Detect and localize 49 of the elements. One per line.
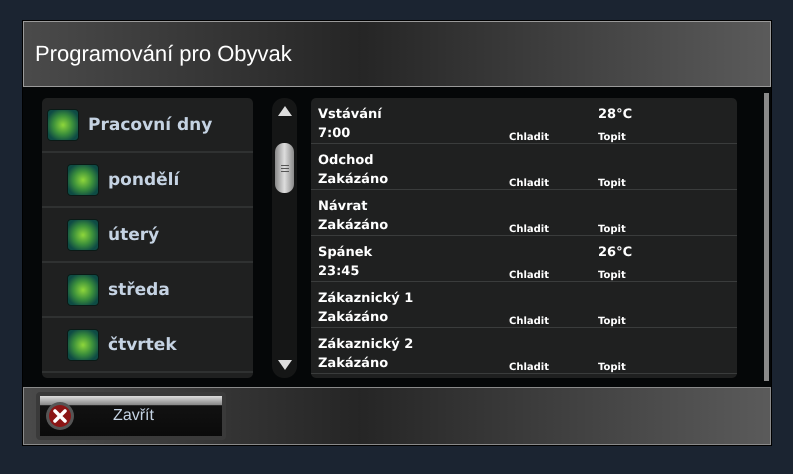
- schedule-row[interactable]: Návrat Zakázáno Chladit Topit: [311, 190, 737, 236]
- schedule-row[interactable]: Spánek 23:45 Chladit 26°C Topit: [311, 236, 737, 282]
- cool-label: Chladit: [509, 270, 550, 282]
- scrollbar[interactable]: [272, 98, 297, 378]
- schedule-row[interactable]: Odchod Zakázáno Chladit Topit: [311, 144, 737, 190]
- checkbox[interactable]: [67, 218, 99, 250]
- period-time: 23:45: [318, 264, 360, 281]
- scroll-up-icon[interactable]: [278, 106, 292, 116]
- period-name: Návrat: [318, 199, 369, 214]
- period-time: Zakázáno: [318, 172, 390, 189]
- checkbox[interactable]: [67, 274, 99, 306]
- period-name: Spánek: [318, 245, 374, 260]
- day-label: středa: [108, 280, 170, 300]
- checkbox[interactable]: [67, 328, 99, 360]
- heat-temperature: 28°C: [598, 107, 634, 122]
- period-time: Zakázáno: [318, 310, 390, 327]
- heat-temperature: 26°C: [598, 245, 634, 260]
- schedule-row[interactable]: Zákaznický 1 Zakázáno Chladit Topit: [311, 282, 737, 328]
- day-label: Pracovní dny: [88, 114, 212, 134]
- checkbox[interactable]: [67, 164, 99, 196]
- period-name: Zákaznický 1: [318, 291, 414, 306]
- day-label: pondělí: [108, 170, 180, 190]
- period-name: Vstávání: [318, 107, 384, 122]
- checkbox[interactable]: [47, 108, 79, 140]
- heat-label: Topit: [598, 362, 627, 374]
- schedule-row[interactable]: Vstávání 7:00 Chladit 28°C Topit: [311, 98, 737, 144]
- heat-label: Topit: [598, 316, 627, 328]
- close-button[interactable]: Zavřít: [36, 392, 226, 440]
- cool-label: Chladit: [509, 316, 550, 328]
- scroll-down-icon[interactable]: [278, 360, 292, 370]
- day-label: čtvrtek: [108, 334, 177, 354]
- period-time: 7:00: [318, 126, 352, 143]
- scroll-thumb[interactable]: [275, 143, 294, 193]
- heat-label: Topit: [598, 132, 627, 144]
- cool-label: Chladit: [509, 362, 550, 374]
- heat-label: Topit: [598, 178, 627, 190]
- heat-label: Topit: [598, 224, 627, 236]
- dialog-title: Programování pro Obyvak: [35, 41, 292, 67]
- heat-label: Topit: [598, 270, 627, 282]
- period-time: Zakázáno: [318, 356, 390, 373]
- period-time: Zakázáno: [318, 218, 390, 235]
- schedule-row[interactable]: Zákaznický 2 Zakázáno Chladit Topit: [311, 328, 737, 374]
- cool-label: Chladit: [509, 132, 550, 144]
- cool-label: Chladit: [509, 178, 550, 190]
- period-name: Odchod: [318, 153, 375, 168]
- cool-label: Chladit: [509, 224, 550, 236]
- close-icon: [45, 401, 75, 431]
- period-name: Zákaznický 2: [318, 337, 414, 352]
- day-label: úterý: [108, 224, 160, 244]
